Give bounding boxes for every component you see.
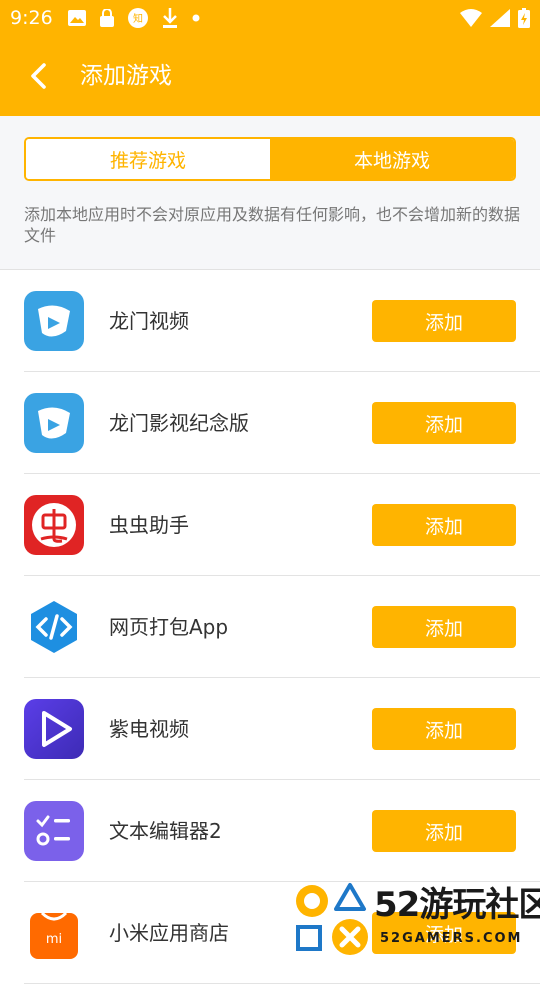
status-bar: 9:26 知	[0, 0, 540, 36]
app-name: 小米应用商店	[109, 921, 229, 945]
list-item: 文本编辑器2 添加	[24, 780, 540, 882]
system-icons	[460, 8, 530, 28]
mi-bag-icon: mi	[24, 903, 84, 963]
back-arrow-icon	[31, 63, 46, 89]
list-item: 虫虫助手 添加	[24, 474, 540, 576]
app-name: 龙门影视纪念版	[109, 411, 249, 435]
watermark-domain: 52GAMERS.COM	[380, 931, 523, 946]
list-item: 网页打包App 添加	[24, 576, 540, 678]
chongchong-icon	[24, 495, 84, 555]
add-button[interactable]: 添加	[372, 504, 516, 546]
longmen-video-icon	[24, 291, 84, 351]
app-name: 网页打包App	[109, 615, 229, 639]
tab-local-games[interactable]: 本地游戏	[270, 139, 514, 179]
add-button[interactable]: 添加	[372, 402, 516, 444]
tab-switcher: 推荐游戏 本地游戏	[24, 137, 516, 181]
download-icon	[163, 8, 177, 28]
app-name: 文本编辑器2	[109, 819, 222, 843]
zhihu-icon: 知	[128, 8, 148, 28]
app-bar: 添加游戏	[0, 36, 540, 116]
list-item: 龙门视频 添加	[24, 270, 540, 372]
header-area: 推荐游戏 本地游戏 添加本地应用时不会对原应用及数据有任何影响，也不会增加新的数…	[0, 116, 540, 270]
checklist-icon	[24, 801, 84, 861]
signal-icon	[490, 9, 510, 27]
play-triangle-icon	[24, 699, 84, 759]
list-item: 紫电视频 添加	[24, 678, 540, 780]
tab-recommended-games[interactable]: 推荐游戏	[26, 139, 270, 179]
add-button[interactable]: 添加	[372, 606, 516, 648]
code-brackets-icon	[24, 597, 84, 657]
longmen-video-icon	[24, 393, 84, 453]
svg-text:mi: mi	[46, 932, 62, 947]
watermark-brand: 52游玩社区	[374, 885, 540, 925]
app-name: 虫虫助手	[109, 513, 189, 537]
add-button[interactable]: 添加	[372, 810, 516, 852]
wifi-icon	[460, 9, 482, 27]
watermark-shapes-icon	[296, 883, 368, 955]
add-button[interactable]: 添加	[372, 708, 516, 750]
app-name: 龙门视频	[109, 309, 189, 333]
dot-icon	[192, 14, 200, 22]
image-icon	[68, 10, 86, 26]
add-button[interactable]: 添加	[372, 300, 516, 342]
page-title: 添加游戏	[80, 63, 172, 89]
list-item: 龙门影视纪念版 添加	[24, 372, 540, 474]
app-name: 紫电视频	[109, 717, 189, 741]
watermark-logo: 52游玩社区 52GAMERS.COM	[292, 877, 540, 960]
status-time: 9:26	[10, 7, 53, 29]
battery-icon	[518, 8, 530, 28]
notice-text: 添加本地应用时不会对原应用及数据有任何影响，也不会增加新的数据文件	[24, 205, 521, 245]
back-button[interactable]	[24, 60, 54, 92]
notification-icons: 知	[68, 8, 200, 28]
svg-text:知: 知	[133, 12, 143, 25]
lock-icon	[100, 9, 114, 27]
